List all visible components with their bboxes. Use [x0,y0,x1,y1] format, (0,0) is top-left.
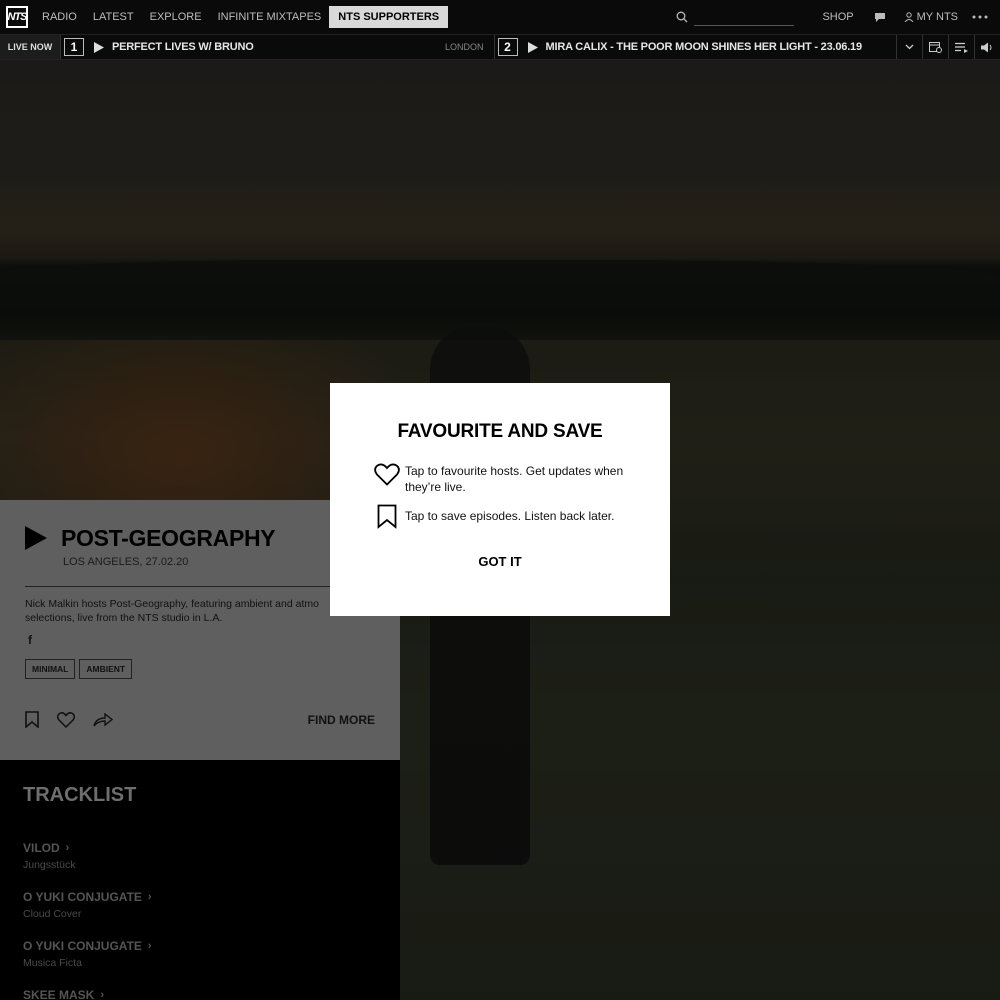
chevron-right-icon: › [100,989,105,1000]
got-it-button[interactable]: GOT IT [478,554,521,569]
chevron-down-icon [905,44,914,50]
play-icon[interactable] [93,41,104,53]
divider [25,586,345,587]
channel-number: 2 [497,38,518,56]
live-now-label: LIVE NOW [0,35,60,59]
episode-title: POST-GEOGRAPHY [61,525,276,551]
play-icon[interactable] [527,41,538,53]
live-bar: LIVE NOW 1 PERFECT LIVES W/ BRUNO LONDON… [0,34,1000,60]
queue-icon [954,42,968,53]
episode-description: Nick Malkin hosts Post-Geography, featur… [25,598,319,624]
schedule-button[interactable] [922,35,948,59]
chevron-right-icon: › [147,940,152,952]
tag-minimal[interactable]: MINIMAL [25,659,76,679]
favourite-hint-text: Tap to favourite hosts. Get updates when… [405,464,624,494]
track-title: Cloud Cover [23,908,82,920]
chevron-right-icon: › [147,891,152,903]
nav-latest[interactable]: LATEST [85,11,142,23]
track-item[interactable]: VILOD › Jungsstück [23,841,377,871]
track-artist[interactable]: SKEE MASK › [23,988,377,1000]
chevron-right-icon: › [65,842,70,854]
more-icon[interactable] [972,15,988,19]
facebook-icon[interactable]: f [28,633,400,647]
channel-title: PERFECT LIVES W/ BRUNO [111,41,254,53]
tag-ambient[interactable]: AMBIENT [79,659,133,679]
modal-title: FAVOURITE AND SAVE [397,421,603,442]
nav-radio[interactable]: RADIO [34,11,85,23]
track-artist[interactable]: VILOD › [23,841,377,855]
nav-right: SHOP MY NTS [676,0,1000,34]
tracklist: TRACKLIST VILOD › Jungsstück O YUKI CONJU… [0,760,400,1000]
channel-number: 1 [63,38,84,56]
search [676,8,795,26]
queue-button[interactable] [948,35,974,59]
track-item[interactable]: O YUKI CONJUGATE › Musica Ficta [23,939,377,969]
track-artist[interactable]: O YUKI CONJUGATE › [23,939,377,953]
track-item[interactable]: O YUKI CONJUGATE › Cloud Cover [23,890,377,920]
nav-shop[interactable]: SHOP [812,11,863,23]
volume-button[interactable] [974,35,1000,59]
expand-button[interactable] [896,35,922,59]
episode-actions: FIND MORE [25,711,400,728]
favourite-save-modal: FAVOURITE AND SAVE Tap to favourite host… [330,383,670,616]
save-button[interactable] [25,711,39,728]
heart-icon [57,711,75,728]
volume-icon [980,42,992,52]
favourite-hint: Tap to favourite hosts. Get updates when… [372,463,632,495]
track-title: Jungsstück [23,859,76,871]
track-artist[interactable]: O YUKI CONJUGATE › [23,890,377,904]
tracklist-heading: TRACKLIST [23,784,137,806]
share-icon [93,712,113,726]
chat-icon[interactable] [874,12,886,23]
channel-title: MIRA CALIX - THE POOR MOON SHINES HER LI… [545,41,863,53]
nts-logo[interactable]: NTS [6,6,28,28]
channel-2[interactable]: 2 MIRA CALIX - THE POOR MOON SHINES HER … [493,35,897,59]
genre-tags: MINIMAL AMBIENT [25,659,400,679]
nav-nts-supporters[interactable]: NTS SUPPORTERS [329,6,449,28]
nav-infinite-mixtapes[interactable]: INFINITE MIXTAPES [210,11,330,23]
top-nav: NTS RADIO LATEST EXPLORE INFINITE MIXTAP… [0,0,1000,34]
track-item[interactable]: SKEE MASK › [23,988,377,1000]
bookmark-icon [25,711,39,728]
main-nav: RADIO LATEST EXPLORE INFINITE MIXTAPES N… [34,0,449,34]
nav-my-nts[interactable]: MY NTS [914,11,968,23]
find-more-link[interactable]: FIND MORE [308,713,375,727]
heart-icon [372,463,402,486]
save-hint-text: Tap to save episodes. Listen back later. [405,509,615,523]
search-icon[interactable] [676,11,688,23]
channel-location: LONDON [444,42,484,52]
favourite-button[interactable] [57,711,75,728]
channel-1[interactable]: 1 PERFECT LIVES W/ BRUNO LONDON [59,35,494,59]
schedule-icon [929,42,943,53]
save-hint: Tap to save episodes. Listen back later. [372,504,632,529]
nav-explore[interactable]: EXPLORE [142,11,210,23]
user-icon[interactable] [904,12,914,22]
track-title: Musica Ficta [23,957,82,969]
share-button[interactable] [93,712,113,727]
play-icon[interactable] [25,526,47,550]
search-input[interactable] [694,8,795,26]
bookmark-icon [372,504,402,529]
